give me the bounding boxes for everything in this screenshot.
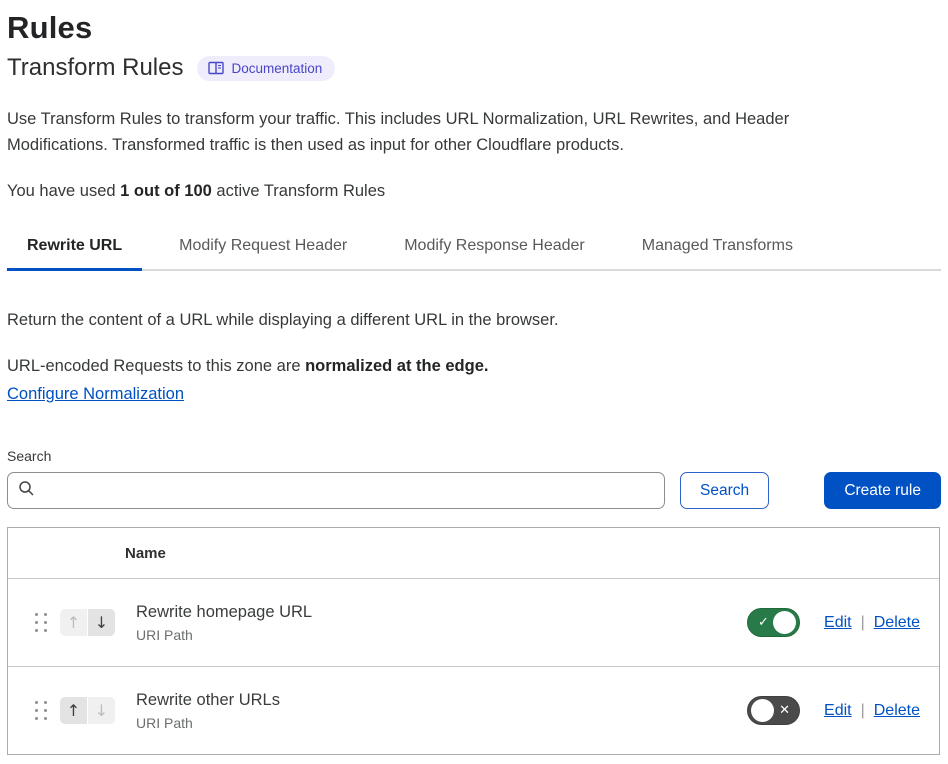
toggle-cell: ✕	[747, 696, 800, 725]
search-box[interactable]	[7, 472, 665, 509]
search-label: Search	[7, 448, 941, 464]
usage-suffix: active Transform Rules	[212, 182, 385, 200]
tab-description: Return the content of a URL while displa…	[7, 311, 941, 330]
name-column-header: Name	[125, 545, 166, 562]
transform-rules-page: Rules Transform Rules Documentation Use …	[0, 0, 948, 755]
down-arrow-icon: ↓	[95, 613, 108, 632]
page-description: Use Transform Rules to transform your tr…	[7, 106, 797, 158]
toggle-knob	[751, 699, 774, 722]
edit-link[interactable]: Edit	[824, 614, 852, 632]
reorder-cell: ↑ ↓	[32, 609, 115, 636]
move-button-group: ↑ ↓	[60, 697, 115, 724]
configure-normalization-link[interactable]: Configure Normalization	[7, 385, 184, 404]
table-header: Name	[8, 528, 939, 578]
toggle-cell: ✓	[747, 608, 800, 637]
table-row: ↑ ↓ Rewrite homepage URL URI Path ✓ Edit…	[8, 578, 939, 666]
up-arrow-icon: ↑	[67, 613, 80, 632]
rules-table: Name ↑ ↓ Rewrite homepage URL URI Path ✓	[7, 527, 940, 755]
usage-count: 1 out of 100	[120, 182, 212, 200]
tab-modify-response-header[interactable]: Modify Response Header	[384, 231, 605, 271]
rule-type: URI Path	[136, 627, 312, 643]
rule-name: Rewrite other URLs	[136, 691, 280, 710]
reorder-cell: ↑ ↓	[32, 697, 115, 724]
move-down-button: ↓	[88, 697, 115, 724]
search-button[interactable]: Search	[680, 472, 769, 509]
rule-name-cell: Rewrite other URLs URI Path	[136, 691, 280, 731]
actions-cell: Edit | Delete	[824, 702, 920, 720]
tab-bar: Rewrite URL Modify Request Header Modify…	[7, 231, 941, 271]
move-button-group: ↑ ↓	[60, 609, 115, 636]
tab-rewrite-url[interactable]: Rewrite URL	[7, 231, 142, 271]
rule-enabled-toggle[interactable]: ✕	[747, 696, 800, 725]
normalization-status: URL-encoded Requests to this zone are no…	[7, 357, 941, 376]
subtitle-row: Transform Rules Documentation	[7, 54, 941, 82]
documentation-badge[interactable]: Documentation	[197, 56, 335, 81]
page-title: Rules	[7, 10, 941, 46]
down-arrow-icon: ↓	[95, 701, 108, 720]
search-icon	[18, 480, 43, 502]
up-arrow-icon: ↑	[67, 701, 80, 720]
move-up-button: ↑	[60, 609, 87, 636]
table-row: ↑ ↓ Rewrite other URLs URI Path ✕ Edit |…	[8, 666, 939, 754]
rule-name-cell: Rewrite homepage URL URI Path	[136, 603, 312, 643]
check-icon: ✓	[758, 615, 769, 630]
drag-handle-icon[interactable]	[32, 610, 51, 635]
search-input[interactable]	[43, 482, 654, 499]
move-up-button[interactable]: ↑	[60, 697, 87, 724]
rule-enabled-toggle[interactable]: ✓	[747, 608, 800, 637]
action-separator: |	[861, 702, 865, 720]
delete-link[interactable]: Delete	[874, 614, 920, 632]
delete-link[interactable]: Delete	[874, 702, 920, 720]
tab-managed-transforms[interactable]: Managed Transforms	[622, 231, 813, 271]
drag-handle-icon[interactable]	[32, 698, 51, 723]
documentation-badge-label: Documentation	[231, 61, 322, 76]
rule-type: URI Path	[136, 715, 280, 731]
create-rule-button[interactable]: Create rule	[824, 472, 941, 509]
book-icon	[208, 61, 224, 75]
usage-line: You have used 1 out of 100 active Transf…	[7, 182, 941, 201]
edit-link[interactable]: Edit	[824, 702, 852, 720]
toggle-knob	[773, 611, 796, 634]
cross-icon: ✕	[779, 703, 790, 718]
search-row: Search Create rule	[7, 472, 941, 509]
rule-name: Rewrite homepage URL	[136, 603, 312, 622]
normalization-bold: normalized at the edge.	[305, 357, 488, 375]
page-subtitle: Transform Rules	[7, 54, 183, 82]
actions-cell: Edit | Delete	[824, 614, 920, 632]
tab-modify-request-header[interactable]: Modify Request Header	[159, 231, 367, 271]
move-down-button[interactable]: ↓	[88, 609, 115, 636]
usage-prefix: You have used	[7, 182, 120, 200]
normalization-prefix: URL-encoded Requests to this zone are	[7, 357, 305, 375]
action-separator: |	[861, 614, 865, 632]
